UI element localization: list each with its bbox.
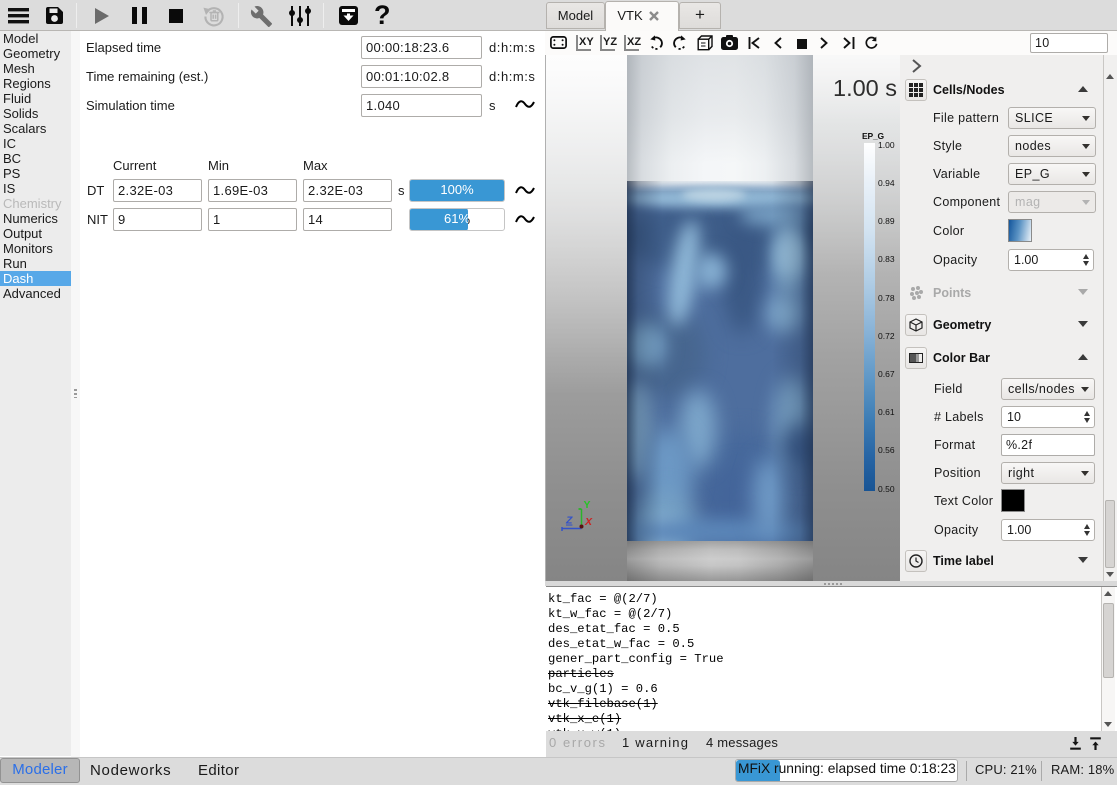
svg-text:Y: Y	[584, 499, 591, 511]
svg-text:X: X	[584, 516, 593, 528]
svg-text:Z: Z	[565, 515, 573, 527]
